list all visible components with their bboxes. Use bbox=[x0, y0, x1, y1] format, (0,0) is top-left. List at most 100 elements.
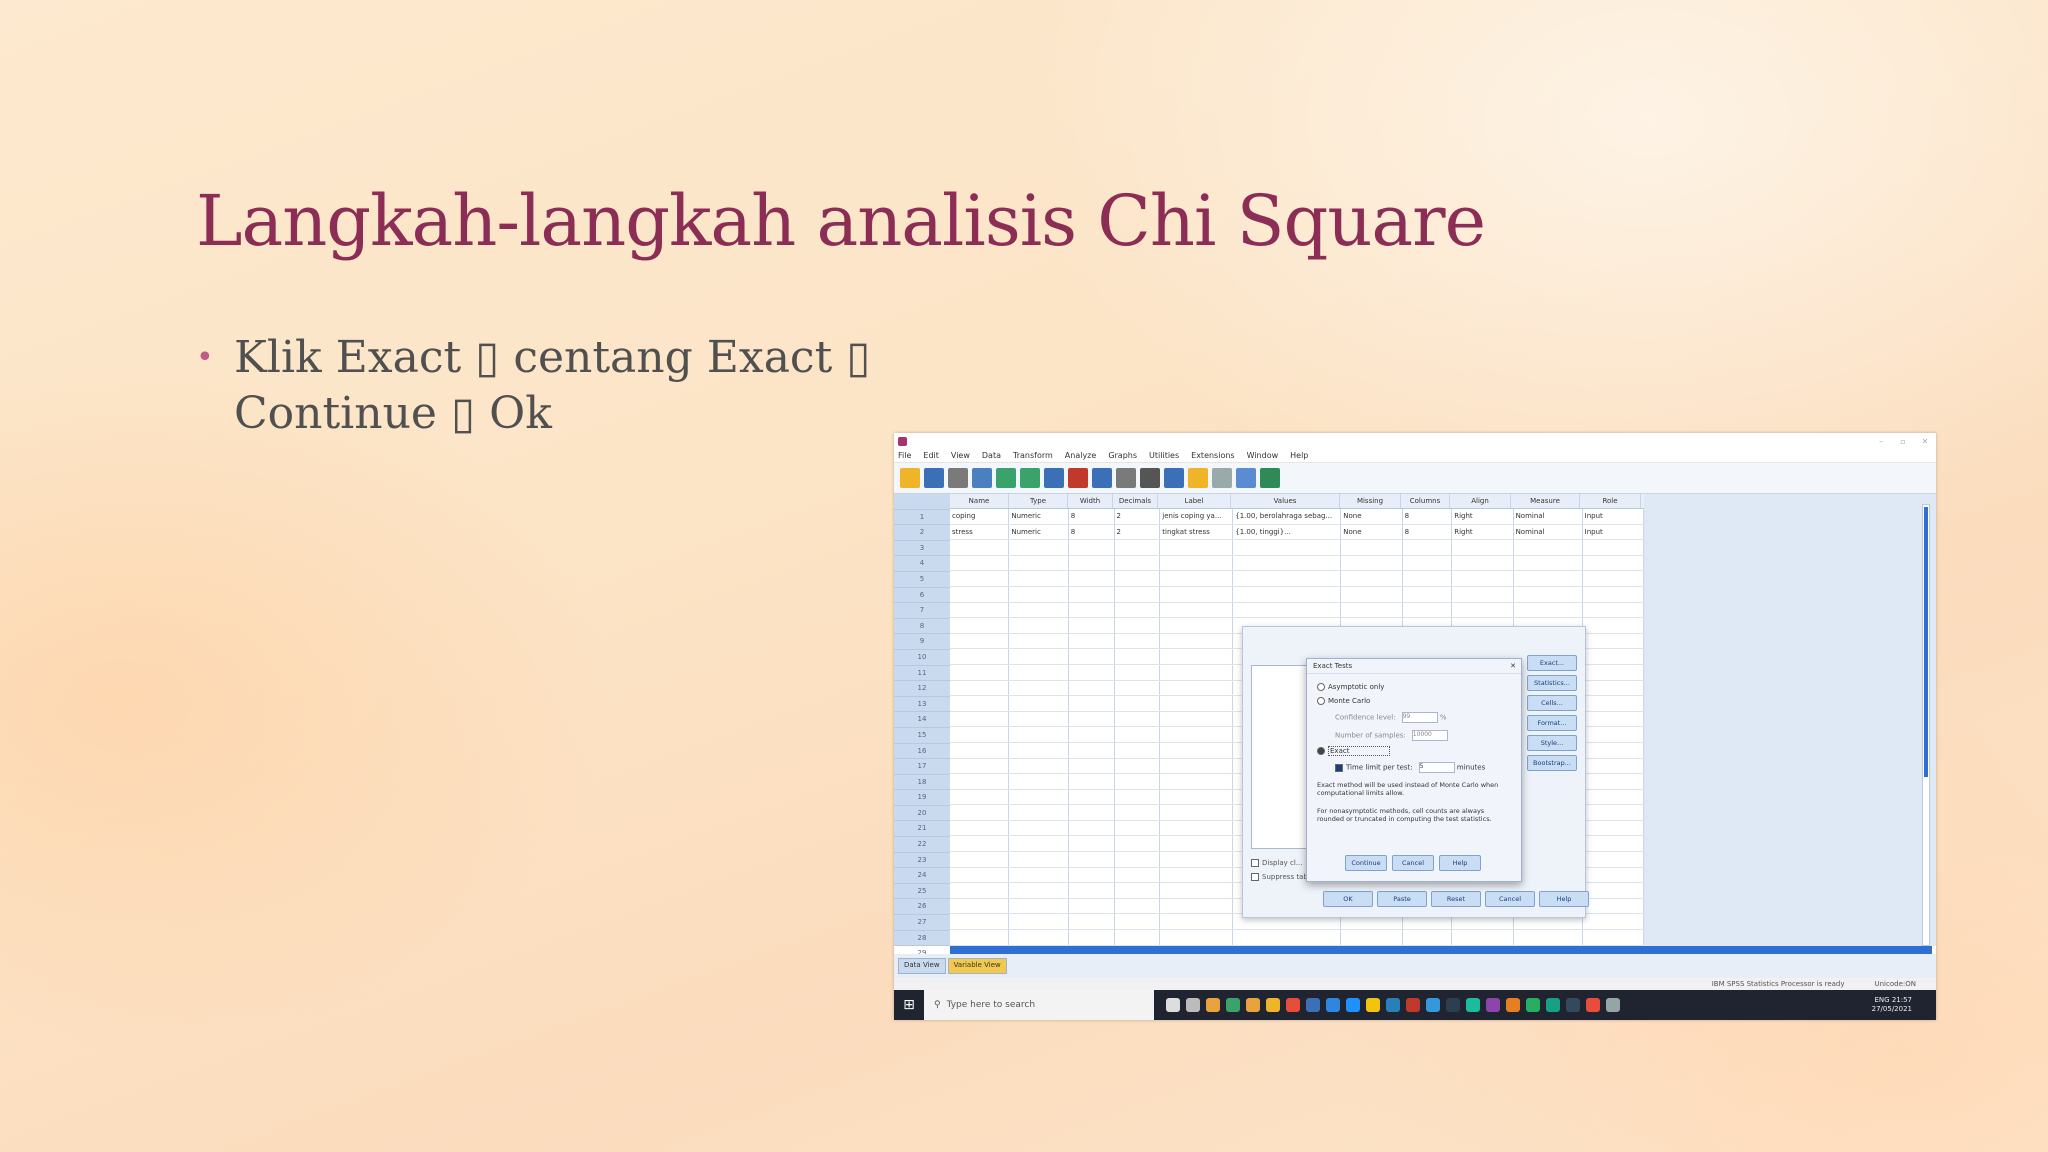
reset-button[interactable]: Reset bbox=[1431, 891, 1481, 907]
row-number[interactable]: 13 bbox=[894, 697, 950, 713]
table-cell[interactable] bbox=[1403, 602, 1453, 618]
table-cell[interactable] bbox=[1115, 914, 1161, 930]
table-cell[interactable] bbox=[1160, 555, 1234, 571]
taskbar-app-icon[interactable] bbox=[1526, 998, 1540, 1012]
table-cell[interactable] bbox=[950, 649, 1010, 664]
column-header-columns[interactable]: Columns bbox=[1401, 494, 1450, 508]
table-cell[interactable] bbox=[1115, 930, 1161, 945]
table-cell[interactable] bbox=[1514, 540, 1583, 555]
table-cell[interactable] bbox=[1341, 540, 1403, 555]
toolbar-icon[interactable] bbox=[948, 468, 968, 488]
table-cell[interactable] bbox=[1233, 586, 1342, 602]
row-number[interactable]: 21 bbox=[894, 821, 950, 838]
taskbar-app-icon[interactable] bbox=[1466, 998, 1480, 1012]
time-input[interactable]: 5 bbox=[1418, 762, 1455, 773]
table-cell[interactable] bbox=[1233, 555, 1342, 571]
row-number[interactable]: 15 bbox=[894, 728, 950, 744]
table-cell[interactable] bbox=[1009, 571, 1069, 586]
horizontal-scrollbar[interactable] bbox=[950, 946, 1932, 954]
table-cell[interactable] bbox=[1115, 586, 1161, 602]
table-cell[interactable] bbox=[1009, 789, 1069, 805]
monte-carlo-radio[interactable]: Monte Carlo bbox=[1317, 697, 1370, 705]
row-number[interactable]: 1 bbox=[894, 510, 950, 526]
tab-data-view[interactable]: Data View bbox=[898, 958, 946, 974]
table-cell[interactable] bbox=[1583, 618, 1644, 633]
table-cell[interactable]: Numeric bbox=[1009, 524, 1069, 540]
row-number[interactable]: 26 bbox=[894, 899, 950, 916]
column-header-align[interactable]: Align bbox=[1450, 494, 1511, 508]
table-cell[interactable] bbox=[1069, 696, 1115, 711]
table-cell[interactable] bbox=[1341, 930, 1403, 945]
table-cell[interactable]: 2 bbox=[1115, 509, 1161, 524]
table-cell[interactable] bbox=[1160, 618, 1234, 633]
crosstabs-statistics-button[interactable]: Statistics... bbox=[1527, 675, 1577, 691]
cancel-button[interactable]: Cancel bbox=[1485, 891, 1535, 907]
table-cell[interactable] bbox=[1115, 898, 1161, 914]
table-cell[interactable] bbox=[1009, 742, 1069, 758]
vertical-scrollbar[interactable] bbox=[1922, 504, 1930, 946]
table-cell[interactable] bbox=[1160, 930, 1234, 945]
column-header-decimals[interactable]: Decimals bbox=[1113, 494, 1158, 508]
table-cell[interactable] bbox=[1514, 586, 1583, 602]
toolbar-icon[interactable] bbox=[1092, 468, 1112, 488]
table-cell[interactable] bbox=[1069, 540, 1115, 555]
table-cell[interactable] bbox=[1115, 742, 1161, 758]
column-header-name[interactable]: Name bbox=[950, 494, 1009, 508]
table-cell[interactable]: Input bbox=[1583, 509, 1644, 524]
row-number[interactable]: 17 bbox=[894, 759, 950, 775]
menu-edit[interactable]: Edit bbox=[923, 451, 939, 460]
menu-graphs[interactable]: Graphs bbox=[1108, 451, 1137, 460]
table-cell[interactable] bbox=[1160, 649, 1234, 664]
table-cell[interactable] bbox=[1160, 586, 1234, 602]
toolbar-icon[interactable] bbox=[1116, 468, 1136, 488]
table-cell[interactable] bbox=[950, 774, 1010, 789]
toolbar-icon[interactable] bbox=[1164, 468, 1184, 488]
table-cell[interactable] bbox=[1069, 742, 1115, 758]
column-header-role[interactable]: Role bbox=[1580, 494, 1641, 508]
row-number[interactable]: 4 bbox=[894, 556, 950, 572]
table-cell[interactable] bbox=[1160, 805, 1234, 820]
table-cell[interactable] bbox=[1069, 758, 1115, 774]
table-cell[interactable] bbox=[1233, 602, 1342, 618]
toolbar-icon[interactable] bbox=[1140, 468, 1160, 488]
table-cell[interactable] bbox=[1583, 820, 1644, 836]
table-cell[interactable] bbox=[950, 867, 1010, 883]
table-cell[interactable]: Input bbox=[1583, 524, 1644, 540]
table-cell[interactable] bbox=[950, 633, 1010, 649]
table-cell[interactable] bbox=[1160, 727, 1234, 742]
table-cell[interactable] bbox=[1115, 836, 1161, 852]
toolbar-icon[interactable] bbox=[1260, 468, 1280, 488]
table-cell[interactable] bbox=[1160, 883, 1234, 898]
table-cell[interactable] bbox=[1341, 571, 1403, 586]
table-cell[interactable] bbox=[1160, 664, 1234, 680]
table-cell[interactable] bbox=[1069, 836, 1115, 852]
table-cell[interactable] bbox=[1009, 586, 1069, 602]
table-cell[interactable] bbox=[1514, 571, 1583, 586]
table-cell[interactable] bbox=[1160, 711, 1234, 727]
table-cell[interactable] bbox=[1452, 930, 1514, 945]
table-cell[interactable] bbox=[1009, 602, 1069, 618]
menu-analyze[interactable]: Analyze bbox=[1065, 451, 1097, 460]
table-cell[interactable] bbox=[1583, 758, 1644, 774]
row-number[interactable]: 5 bbox=[894, 572, 950, 588]
table-cell[interactable] bbox=[1009, 555, 1069, 571]
table-cell[interactable] bbox=[1452, 586, 1514, 602]
row-number[interactable]: 12 bbox=[894, 681, 950, 697]
table-cell[interactable] bbox=[1069, 914, 1115, 930]
table-cell[interactable]: Right bbox=[1452, 524, 1514, 540]
row-number[interactable]: 19 bbox=[894, 790, 950, 806]
table-cell[interactable] bbox=[1452, 571, 1514, 586]
table-cell[interactable] bbox=[1160, 836, 1234, 852]
row-number[interactable]: 24 bbox=[894, 868, 950, 884]
toolbar-icon[interactable] bbox=[972, 468, 992, 488]
taskbar-search[interactable]: ⚲ Type here to search bbox=[924, 990, 1154, 1020]
table-cell[interactable] bbox=[1403, 930, 1453, 945]
row-number[interactable]: 22 bbox=[894, 837, 950, 853]
table-cell[interactable]: tingkat stress bbox=[1160, 524, 1234, 540]
table-cell[interactable] bbox=[1009, 540, 1069, 555]
exact-cancel-button[interactable]: Cancel bbox=[1392, 855, 1434, 871]
table-cell[interactable] bbox=[950, 820, 1010, 836]
row-number[interactable]: 18 bbox=[894, 775, 950, 791]
table-cell[interactable] bbox=[1009, 649, 1069, 664]
table-cell[interactable]: coping bbox=[950, 509, 1010, 524]
